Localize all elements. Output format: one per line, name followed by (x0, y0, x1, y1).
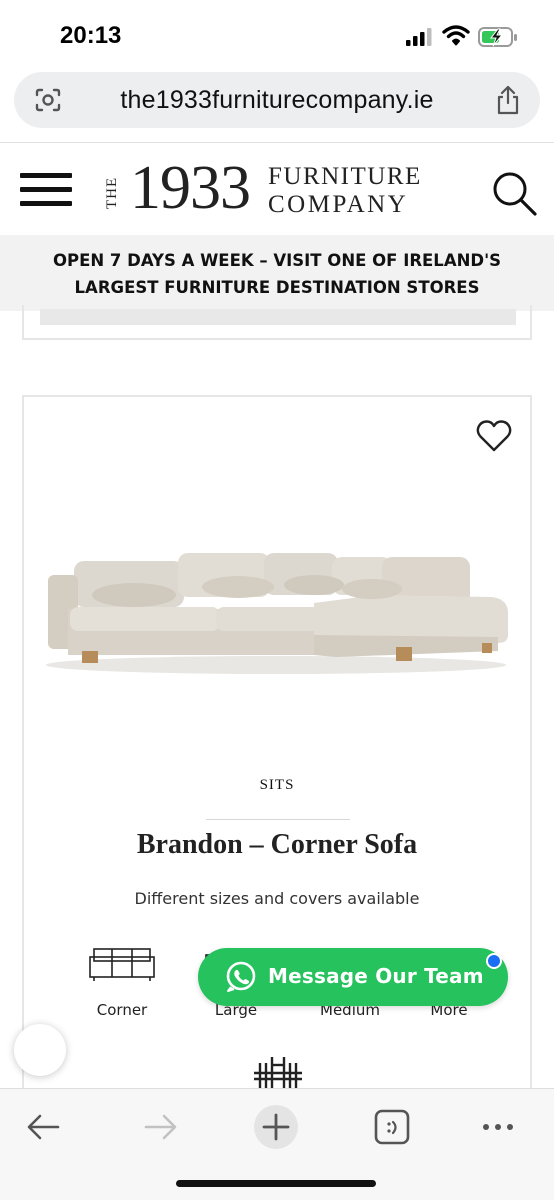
url-text[interactable]: the1933furniturecompany.ie (14, 86, 540, 115)
heart-icon[interactable] (476, 419, 512, 453)
back-arrow-icon[interactable] (20, 1103, 68, 1151)
new-tab-plus-icon[interactable] (252, 1103, 300, 1151)
announcement-banner: OPEN 7 DAYS A WEEK – VISIT ONE OF IRELAN… (0, 235, 554, 311)
previous-product-card[interactable] (22, 305, 532, 340)
sofa-image[interactable] (46, 547, 512, 677)
logo-word-furniture: FURNITURE (268, 163, 422, 190)
logo-word-company: COMPANY (268, 191, 409, 218)
status-bar: 20:13 (0, 0, 554, 68)
site-header: THE 1933 FURNITURE COMPANY (0, 143, 554, 235)
floating-action-button[interactable] (14, 1024, 66, 1076)
whatsapp-button-label: Message Our Team (268, 964, 484, 988)
whatsapp-message-button[interactable]: Message Our Team (198, 948, 508, 1006)
previous-card-button[interactable] (40, 309, 516, 325)
more-options-icon[interactable] (476, 1103, 524, 1151)
corner-sofa-icon (89, 948, 155, 981)
cellular-signal-icon (406, 28, 432, 46)
forward-arrow-icon[interactable] (136, 1103, 184, 1151)
announcement-line-2: LARGEST FURNITURE DESTINATION STORES (74, 278, 480, 297)
status-time: 20:13 (60, 22, 122, 49)
share-icon[interactable] (496, 85, 520, 115)
product-brand[interactable]: SITS (24, 777, 530, 794)
wifi-icon (442, 25, 470, 46)
logo-year: 1933 (130, 154, 251, 222)
tab-switcher-icon[interactable] (368, 1103, 416, 1151)
product-title[interactable]: Brandon – Corner Sofa (24, 829, 530, 861)
brand-divider (206, 819, 350, 820)
search-icon[interactable] (490, 169, 538, 217)
product-card[interactable]: SITS Brandon – Corner Sofa Different siz… (22, 395, 532, 1115)
address-bar[interactable]: the1933furniturecompany.ie (14, 72, 540, 128)
site-logo[interactable]: THE 1933 FURNITURE COMPANY (104, 154, 424, 223)
battery-charging-icon (478, 27, 517, 47)
product-subtitle: Different sizes and covers available (134, 889, 420, 908)
home-indicator[interactable] (176, 1180, 376, 1187)
logo-the: THE (104, 176, 120, 210)
announcement-text: OPEN 7 DAYS A WEEK – VISIT ONE OF IRELAN… (20, 247, 534, 301)
size-label-corner: Corner (96, 1001, 148, 1019)
whatsapp-icon (226, 961, 256, 992)
notification-dot (486, 953, 502, 969)
announcement-line-1: OPEN 7 DAYS A WEEK – VISIT ONE OF IRELAN… (52, 251, 502, 270)
size-option-corner[interactable]: Corner (72, 947, 172, 1027)
hamburger-menu-icon[interactable] (20, 169, 72, 209)
fabric-swatch-icon[interactable] (250, 1057, 306, 1089)
